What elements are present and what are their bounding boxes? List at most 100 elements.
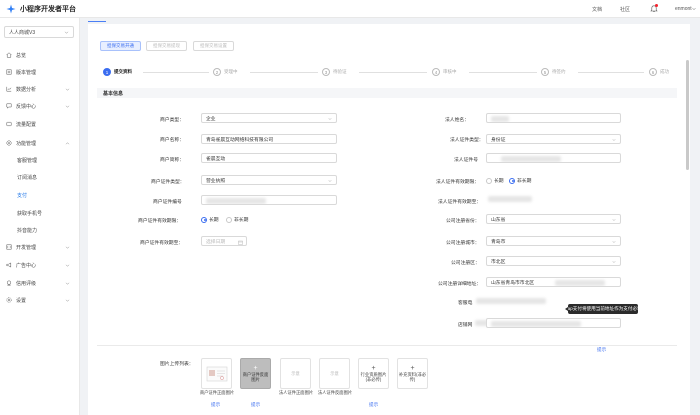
merchant-cert-valid-label: 商户证件有效期限：	[138, 219, 182, 224]
chevron-down-icon	[612, 240, 616, 243]
sidebar-subitem-customer-service[interactable]: 客服管理	[0, 154, 80, 166]
community-link[interactable]: 社区	[620, 6, 630, 13]
legal-cert-no-label: 法人证件号	[454, 158, 478, 163]
escrow-settings-button[interactable]: 担保交易设置	[193, 41, 234, 51]
step-sign: 5 待签约	[541, 68, 566, 76]
merchant-cert-short-radio[interactable]: 非长期	[226, 216, 248, 223]
merchant-cert-no-input[interactable]	[201, 195, 337, 205]
district-label: 公司注册区：	[451, 261, 480, 266]
sidebar-item-ads[interactable]: 广告中心	[0, 259, 80, 271]
traffic-icon	[6, 121, 12, 127]
upload-industry-qualification[interactable]: + 行业资质图片(非必传)	[358, 358, 389, 389]
plus-icon: +	[410, 364, 415, 372]
sidebar-item-overview[interactable]: 总览	[0, 49, 80, 61]
home-icon	[6, 52, 12, 58]
user-name[interactable]: enmont	[675, 6, 692, 12]
merchant-cert-end-datepicker[interactable]: 选择日期	[201, 236, 247, 246]
redacted-value	[555, 280, 605, 286]
chevron-down-icon	[65, 88, 70, 91]
upload-merchant-front-caption: 商户证件正面图片	[199, 390, 235, 395]
merchant-name-input[interactable]: 青岛雀晨互动网络科技有限公司	[201, 134, 337, 144]
step-review: 4 审核中	[432, 68, 457, 76]
legal-name-input[interactable]	[486, 113, 621, 123]
city-select[interactable]: 青岛市	[486, 236, 621, 246]
progress-steps: 1 提交资料 2 受理中 3 待验证 4 审核中 5 待签约 6 成功	[103, 68, 683, 78]
chart-icon	[6, 86, 12, 92]
store-url-input[interactable]	[486, 318, 621, 328]
divider	[97, 345, 677, 346]
escrow-withdraw-button[interactable]: 担保交易提现	[146, 41, 187, 51]
upload-legal-back[interactable]: 示意	[319, 358, 350, 389]
sidebar-subitem-phone-number[interactable]: 获取手机号	[0, 207, 80, 219]
sidebar: 人人商城V3 总览 版本管理 数据分析 反馈中心 流量配置 功能管理 客服管理 …	[0, 18, 80, 415]
chevron-down-icon	[65, 264, 70, 267]
upload-list-label: 图片上传列表：	[160, 362, 194, 367]
escrow-open-button[interactable]: 担保交易开通	[100, 41, 141, 51]
redacted-value	[501, 156, 561, 162]
store-url-hint-link[interactable]: 提示	[597, 347, 606, 353]
docs-link[interactable]: 文档	[592, 6, 602, 13]
sidebar-item-credit[interactable]: 信用评级	[0, 277, 80, 289]
shop-select[interactable]: 人人商城V3	[4, 26, 74, 38]
app-title: 小程序开发者平台	[20, 5, 76, 13]
credit-icon	[6, 280, 12, 286]
address-input[interactable]: 山东省青岛市市北区	[486, 277, 621, 287]
settings-icon	[6, 297, 12, 303]
upload-merchant-front-hint[interactable]: 提示	[211, 402, 220, 408]
chevron-down-icon	[65, 105, 70, 108]
chevron-down-icon[interactable]	[692, 7, 696, 11]
legal-name-label: 法人姓名：	[445, 118, 469, 123]
sidebar-subitem-douyin[interactable]: 抖音能力	[0, 224, 80, 236]
legal-cert-type-select[interactable]: 身份证	[486, 134, 621, 144]
district-select[interactable]: 市北区	[486, 256, 621, 266]
plus-icon: +	[253, 364, 258, 372]
sidebar-subitem-subscription[interactable]: 订阅消息	[0, 171, 80, 183]
tooltip: wap支付将使用当前地址作为支付必填	[564, 304, 642, 314]
upload-merchant-back[interactable]: + 商户证件反面图片	[240, 358, 271, 389]
legal-short-radio[interactable]: 非长期	[509, 177, 531, 184]
merchant-cert-long-radio[interactable]: 长期	[201, 216, 219, 223]
sidebar-item-development[interactable]: 开发管理	[0, 241, 80, 253]
plus-icon: +	[371, 364, 376, 372]
merchant-cert-type-select[interactable]: 营业执照	[201, 175, 337, 185]
scrollbar[interactable]	[686, 60, 689, 170]
merchant-type-label: 商户类型：	[160, 118, 184, 123]
chevron-down-icon	[328, 117, 332, 120]
upload-supplementary[interactable]: + 补充资料(非必传)	[397, 358, 428, 389]
upload-merchant-back-hint[interactable]: 提示	[251, 402, 260, 408]
legal-long-radio[interactable]: 长期	[486, 177, 504, 184]
legal-cert-no-input[interactable]	[486, 153, 621, 163]
province-label: 公司注册省份：	[446, 219, 480, 224]
upload-legal-back-caption: 法人证件反面图片	[317, 390, 353, 395]
merchant-cert-type-label: 商户证件类型：	[151, 180, 185, 185]
merchant-cert-end-label: 商户证件有效期至：	[140, 241, 184, 246]
logo-icon	[6, 4, 16, 13]
upload-merchant-front[interactable]	[201, 358, 232, 389]
sidebar-item-traffic[interactable]: 流量配置	[0, 118, 80, 130]
sidebar-item-version[interactable]: 版本管理	[0, 66, 80, 78]
merchant-type-select[interactable]: 企业	[201, 113, 337, 123]
store-url-label: 店铺网	[458, 323, 473, 328]
sidebar-subitem-payment[interactable]: 支付	[0, 189, 80, 201]
province-select[interactable]: 山东省	[486, 214, 621, 224]
top-bar: 小程序开发者平台 文档 社区 enmont	[0, 0, 700, 18]
merchant-short-input[interactable]: 雀晨互动	[201, 153, 337, 163]
upload-legal-front[interactable]: 示意	[280, 358, 311, 389]
chevron-down-icon	[612, 260, 616, 263]
section-basic-info: 基本信息	[97, 88, 677, 98]
phone-label: 客服电	[458, 301, 473, 306]
sidebar-item-feedback[interactable]: 反馈中心	[0, 100, 80, 112]
upload-industry-hint[interactable]: 提示	[369, 402, 378, 408]
active-tab-indicator	[88, 21, 106, 22]
merchant-cert-no-label: 商户证件编号	[153, 200, 182, 205]
app-logo[interactable]: 小程序开发者平台	[6, 4, 76, 14]
shop-select-value: 人人商城V3	[9, 29, 36, 36]
sidebar-item-settings[interactable]: 设置	[0, 294, 80, 306]
sidebar-item-functions[interactable]: 功能管理	[0, 137, 80, 149]
version-icon	[6, 69, 12, 75]
chevron-down-icon	[65, 282, 70, 285]
redacted-value	[206, 198, 266, 204]
address-label: 公司注册详细地址：	[438, 282, 482, 287]
sidebar-item-analytics[interactable]: 数据分析	[0, 83, 80, 95]
chevron-down-icon	[612, 138, 616, 141]
